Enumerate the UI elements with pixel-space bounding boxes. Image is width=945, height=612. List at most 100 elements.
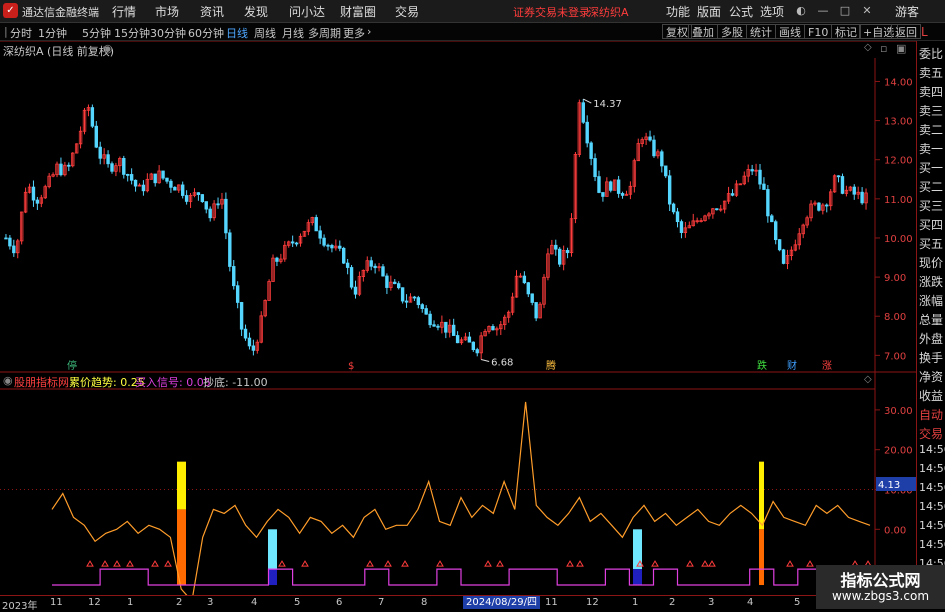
candle-body [416, 297, 421, 306]
candle-body [8, 237, 12, 247]
candle-body [667, 175, 672, 205]
menu-banmian[interactable]: 版面 [697, 3, 721, 20]
left-arrow-icon[interactable]: | [4, 25, 8, 38]
candle-body [247, 337, 252, 347]
signal-marker: 停 [67, 359, 77, 372]
candle-body [349, 267, 354, 288]
menu-jiaoyi[interactable]: 交易 [395, 3, 419, 20]
quote-side-panel: 委比 卖五 卖四 卖三 卖二 卖一 买一 买二 买三 买四 买五 现价 涨跌 涨幅 总量 外盘 换手 净资 收益 自动… [916, 41, 945, 609]
indicator-diamond-icon[interactable]: ◇ [864, 374, 872, 385]
close-icon[interactable]: ✕ [858, 2, 876, 19]
signal-marker: 跌 [757, 359, 767, 372]
menu-faxian[interactable]: 发现 [244, 3, 268, 20]
period-daily[interactable]: 日线 [226, 25, 248, 41]
maximize-icon[interactable]: □ [836, 2, 854, 19]
side-item-11[interactable]: 现价 [919, 254, 945, 272]
side-item-12[interactable]: 涨跌 [919, 273, 945, 291]
menu-wenxiaoda[interactable]: 问小达 [289, 3, 325, 20]
candle-body [671, 203, 676, 213]
candle-body [369, 260, 373, 267]
candle-body [715, 208, 719, 211]
tool-f10[interactable]: F10 [804, 24, 833, 39]
period-60min[interactable]: 60分钟 [188, 25, 224, 41]
side-item-10[interactable]: 买五 [919, 235, 945, 253]
chevron-right-icon[interactable]: › [367, 25, 371, 38]
candle-body [353, 286, 358, 295]
side-item-4[interactable]: 卖二 [919, 121, 945, 139]
candle-body [491, 326, 495, 331]
y-tick-label: 11.00 [884, 195, 913, 206]
menu-xuanxiang[interactable]: 选项 [760, 3, 784, 20]
user-guest[interactable]: 游客 [895, 3, 919, 20]
side-item-13[interactable]: 涨幅 [919, 292, 945, 310]
period-multi[interactable]: 多周期 [308, 25, 341, 41]
side-item-14[interactable]: 总量 [919, 311, 945, 329]
candle-body [396, 283, 401, 289]
signal-triangle [576, 560, 584, 567]
side-item-3[interactable]: 卖三 [919, 102, 945, 120]
period-fenshi[interactable]: 分时 [10, 25, 32, 41]
buy-bar-yellow [759, 461, 764, 530]
side-item-0[interactable]: 委比 [919, 45, 945, 63]
menu-caifuquan[interactable]: 财富圈 [340, 3, 376, 20]
x-tick: 2023年 [2, 601, 38, 612]
side-item-2[interactable]: 卖四 [919, 83, 945, 101]
period-weekly[interactable]: 周线 [254, 25, 276, 41]
candle-body [129, 174, 134, 181]
period-toolbar: | 分时 1分钟 5分钟 15分钟 30分钟 60分钟 日线 周线 月线 多周期… [0, 23, 945, 41]
side-item-18[interactable]: 收益 [919, 387, 945, 405]
watermark-title: 指标公式网 [840, 571, 921, 590]
trade-login-warning[interactable]: 证券交易未登录 [513, 4, 590, 20]
side-item-16[interactable]: 换手 [919, 349, 945, 367]
side-item-8[interactable]: 买三 [919, 197, 945, 215]
side-item-5[interactable]: 卖一 [919, 140, 945, 158]
period-30min[interactable]: 30分钟 [150, 25, 186, 41]
side-toggle-l[interactable]: L [921, 25, 928, 39]
side-item-15[interactable]: 外盘 [919, 330, 945, 348]
x-tick: 2 [176, 597, 183, 608]
signal-triangle [113, 560, 121, 567]
menu-gongshi[interactable]: 公式 [729, 3, 753, 20]
menu-hangqing[interactable]: 行情 [112, 3, 136, 20]
candle-body [554, 244, 558, 250]
candle-body [620, 193, 625, 196]
skin-icon[interactable]: ◐ [792, 2, 810, 19]
side-item-6[interactable]: 买一 [919, 159, 945, 177]
candle-body [840, 176, 845, 194]
price-chart[interactable]: 7.00 8.00 9.00 10.00 11.00 12.00 13.00 14.00 14… [0, 41, 916, 595]
tool-duogu[interactable]: 多股 [717, 24, 747, 39]
candle-body [475, 349, 479, 354]
side-item-17[interactable]: 净资 [919, 368, 945, 386]
candle-body [239, 302, 244, 330]
menu-zixun[interactable]: 资讯 [200, 3, 224, 20]
side-item-9[interactable]: 买四 [919, 216, 945, 234]
side-item-7[interactable]: 买二 [919, 178, 945, 196]
tool-biaoji[interactable]: 标记 [831, 24, 861, 39]
ind-tick-label: 20.00 [884, 446, 913, 457]
indicator-settings-icon[interactable]: ◉ [3, 374, 13, 387]
x-axis-cursor-date: 2024/08/29/四 [463, 596, 541, 609]
menu-gongneng[interactable]: 功能 [666, 3, 690, 20]
tool-huaxian[interactable]: 画线 [775, 24, 805, 39]
candle-body [852, 186, 856, 195]
candle-body [609, 181, 613, 191]
x-tick: 1 [632, 597, 639, 608]
candle-body [318, 230, 322, 239]
side-item-1[interactable]: 卖五 [919, 64, 945, 82]
tool-diejia[interactable]: 叠加 [688, 24, 718, 39]
tool-tongji[interactable]: 统计 [746, 24, 776, 39]
period-1min[interactable]: 1分钟 [38, 25, 67, 41]
side-item-19[interactable]: 自动 [919, 406, 945, 424]
minimize-icon[interactable]: — [814, 2, 832, 19]
menu-shichang[interactable]: 市场 [155, 3, 179, 20]
period-monthly[interactable]: 月线 [282, 25, 304, 41]
period-5min[interactable]: 5分钟 [82, 25, 111, 41]
candle-body [373, 265, 377, 269]
period-more[interactable]: 更多 [343, 25, 365, 41]
x-tick: 12 [88, 597, 101, 608]
period-15min[interactable]: 15分钟 [114, 25, 150, 41]
low-label: 6.68 [491, 357, 513, 368]
tool-fanhui[interactable]: 返回 [891, 24, 921, 39]
candle-body [165, 177, 169, 182]
candle-body [565, 250, 570, 254]
